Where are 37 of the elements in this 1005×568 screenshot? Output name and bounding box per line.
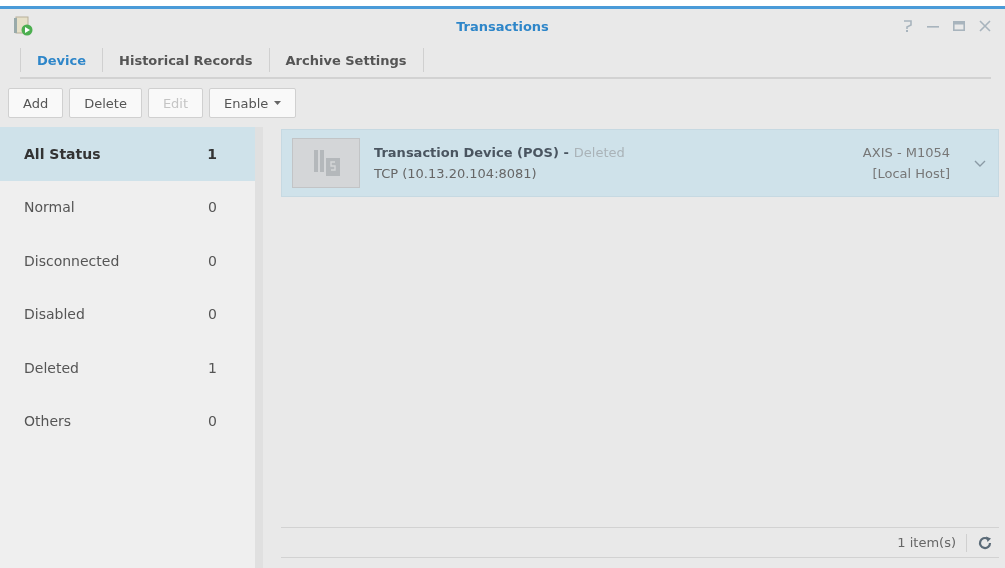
toolbar-button[interactable]: Delete xyxy=(69,88,142,118)
expand-chevron-icon[interactable] xyxy=(974,159,986,167)
device-host: [Local Host] xyxy=(872,166,950,181)
filter-count: 0 xyxy=(208,199,217,216)
device-thumbnail-icon xyxy=(292,138,360,188)
filter-label: Normal xyxy=(24,199,75,216)
app-icon xyxy=(14,16,34,36)
filter-count: 0 xyxy=(208,252,217,269)
status-filter-item[interactable]: Others 0 xyxy=(0,394,255,448)
dropdown-button[interactable]: Enable xyxy=(209,88,297,118)
status-filter-item[interactable]: Deleted 1 xyxy=(0,341,255,395)
caret-icon xyxy=(274,101,282,105)
status-filter-item[interactable]: Disconnected 0 xyxy=(0,234,255,288)
tab[interactable]: Archive Settings xyxy=(269,48,424,72)
filter-label: Others xyxy=(24,413,72,430)
tab[interactable]: Historical Records xyxy=(103,48,270,72)
filter-label: Disabled xyxy=(24,306,85,323)
device-name: Transaction Device (POS) - xyxy=(374,145,569,160)
device-model: AXIS - M1054 xyxy=(862,145,950,160)
window-title: Transactions xyxy=(456,18,549,34)
close-icon[interactable] xyxy=(979,20,991,32)
refresh-icon[interactable] xyxy=(977,534,993,551)
filter-label: Disconnected xyxy=(24,252,120,269)
filter-count: 0 xyxy=(208,413,217,430)
filter-count: 1 xyxy=(208,359,217,376)
help-icon[interactable] xyxy=(903,20,913,32)
filter-count: 0 xyxy=(208,306,217,323)
status-filter-item[interactable]: All Status 1 xyxy=(0,127,255,181)
toolbar-button[interactable]: Add xyxy=(8,88,64,118)
status-filter-item[interactable]: Disabled 0 xyxy=(0,287,255,341)
filter-count: 1 xyxy=(207,145,217,162)
device-connection: TCP (10.13.20.104:8081) xyxy=(374,166,538,181)
item-count: 1 item(s) xyxy=(897,535,956,550)
filter-label: Deleted xyxy=(24,359,79,376)
filter-label: All Status xyxy=(24,145,101,162)
status-filter-item[interactable]: Normal 0 xyxy=(0,180,255,234)
maximize-icon[interactable] xyxy=(953,21,965,31)
